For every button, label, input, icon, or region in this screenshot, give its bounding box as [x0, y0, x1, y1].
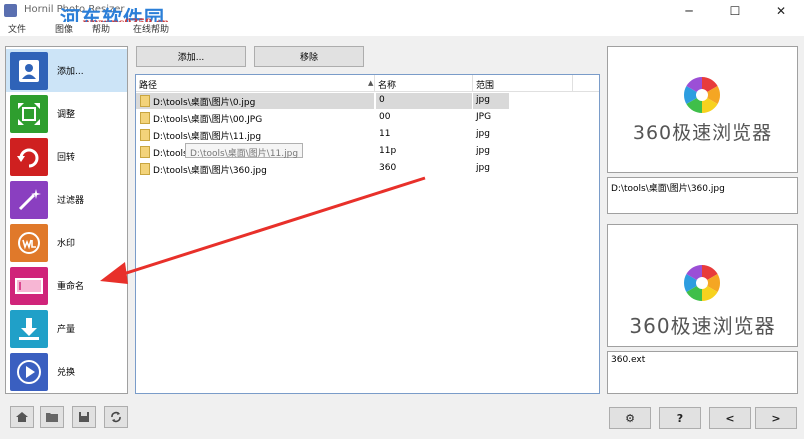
nav-item-filter[interactable]: 过滤器: [6, 178, 127, 221]
cell-path: D:\tools\桌面\图片\11.jpg: [153, 132, 262, 142]
nav-label-watermark: 水印: [57, 239, 76, 249]
cell-extension: jpg: [476, 163, 490, 173]
menu-bar: 文件 图像 帮助 在线帮助: [0, 22, 804, 36]
next-button[interactable]: >: [755, 407, 797, 429]
image-file-icon: [140, 146, 150, 158]
nav-label-output: 产量: [57, 325, 76, 335]
table-row[interactable]: D:\tools\桌面\图片\0.jpg 0 jpg: [136, 93, 599, 109]
cell-extension: JPG: [476, 112, 492, 122]
menu-online-help[interactable]: 在线帮助: [133, 22, 169, 35]
column-name[interactable]: 名称: [375, 75, 473, 92]
cell-name: 0: [376, 93, 472, 109]
nav-label-filter: 过滤器: [57, 196, 85, 206]
nav-label-rotate: 回转: [57, 153, 76, 163]
rotate-icon: [10, 137, 48, 176]
left-nav-panel: 添加... 调整 回转 过滤器 水印 重命名 产量 兑换: [5, 46, 128, 394]
image-file-icon: [140, 129, 150, 141]
browser-logo-icon: [608, 47, 797, 165]
nav-label-convert: 兑换: [57, 368, 76, 378]
image-file-icon: [140, 95, 150, 107]
settings-button[interactable]: ⚙: [609, 407, 651, 429]
cell-name: 360: [379, 163, 397, 173]
nav-item-add[interactable]: 添加...: [6, 49, 127, 92]
file-list[interactable]: 路径 ▲ 名称 范围 D:\tools\桌面\图片\0.jpg 0 jpg D:…: [135, 74, 600, 394]
menu-file[interactable]: 文件: [8, 22, 26, 35]
nav-item-output[interactable]: 产量: [6, 307, 127, 350]
cell-name: 11: [379, 129, 391, 139]
preview-top-logo-text: 360极速浏览器: [632, 122, 773, 144]
help-button[interactable]: ?: [659, 407, 701, 429]
nav-item-rename[interactable]: 重命名: [6, 264, 127, 307]
image-file-icon: [140, 163, 150, 175]
cell-extension: jpg: [473, 93, 509, 109]
image-file-icon: [140, 112, 150, 124]
folder-icon: [46, 413, 58, 422]
minimize-button[interactable]: ─: [666, 0, 712, 22]
cell-extension: jpg: [476, 146, 490, 156]
table-row[interactable]: D:\tools\桌面\图片\00.JPG 00 JPG: [136, 110, 599, 126]
nav-item-convert[interactable]: 兑换: [6, 350, 127, 393]
table-row[interactable]: D:\tools\桌面\图片\11.jpg 11 jpg: [136, 127, 599, 143]
preview-bottom-caption: 360.ext: [607, 351, 798, 394]
nav-item-watermark[interactable]: 水印: [6, 221, 127, 264]
remove-button[interactable]: 移除: [254, 46, 364, 67]
add-files-button[interactable]: 添加...: [136, 46, 246, 67]
close-button[interactable]: ✕: [758, 0, 804, 22]
menu-image[interactable]: 图像: [55, 22, 73, 35]
path-tooltip: D:\tools\桌面\图片\11.jpg: [185, 143, 304, 159]
nav-label-add: 添加...: [57, 67, 84, 77]
app-icon: [4, 4, 17, 17]
cell-path: D:\tools\桌面\图片\0.jpg: [136, 93, 374, 109]
open-folder-button[interactable]: [40, 406, 64, 428]
file-list-header: 路径 ▲ 名称 范围: [136, 75, 599, 92]
play-icon: [10, 352, 48, 391]
cell-path: D:\tools\桌面\图片\360.jpg: [153, 166, 267, 176]
home-button[interactable]: [10, 406, 34, 428]
save-icon: [79, 412, 89, 422]
resize-icon: [10, 94, 48, 133]
refresh-icon: [111, 411, 121, 423]
magic-wand-icon: [10, 180, 48, 219]
nav-item-resize[interactable]: 调整: [6, 92, 127, 135]
save-button[interactable]: [72, 406, 96, 428]
column-extension[interactable]: 范围: [473, 75, 573, 92]
nav-item-rotate[interactable]: 回转: [6, 135, 127, 178]
watermark-icon: [10, 223, 48, 262]
cell-extension: jpg: [476, 129, 490, 139]
nav-label-rename: 重命名: [57, 282, 85, 292]
download-icon: [10, 309, 48, 348]
cell-path: D:\tools\桌面\图片\00.JPG: [153, 115, 263, 125]
refresh-button[interactable]: [104, 406, 128, 428]
cell-name: 00: [379, 112, 391, 122]
rename-icon: [10, 266, 48, 305]
maximize-button[interactable]: ☐: [712, 0, 758, 22]
table-row[interactable]: D:\tools\桌面\图片\360.jpg 360 jpg: [136, 161, 599, 177]
add-user-icon: [10, 51, 48, 90]
cell-name: 11p: [379, 146, 397, 156]
previous-button[interactable]: <: [709, 407, 751, 429]
column-path[interactable]: 路径: [136, 75, 375, 92]
preview-top-caption: D:\tools\桌面\图片\360.jpg: [607, 177, 798, 214]
nav-label-resize: 调整: [57, 110, 76, 120]
preview-top: 360极速浏览器: [607, 46, 798, 173]
preview-bottom: 360极速浏览器: [607, 224, 798, 347]
sort-ascending-icon: ▲: [368, 79, 374, 87]
home-icon: [16, 412, 28, 422]
title-bar: Hornil Photo Resizer 河东软件园 www.pc0359.cn…: [0, 0, 804, 30]
preview-bottom-logo-text: 360极速浏览器: [629, 314, 776, 338]
menu-help[interactable]: 帮助: [92, 22, 110, 35]
